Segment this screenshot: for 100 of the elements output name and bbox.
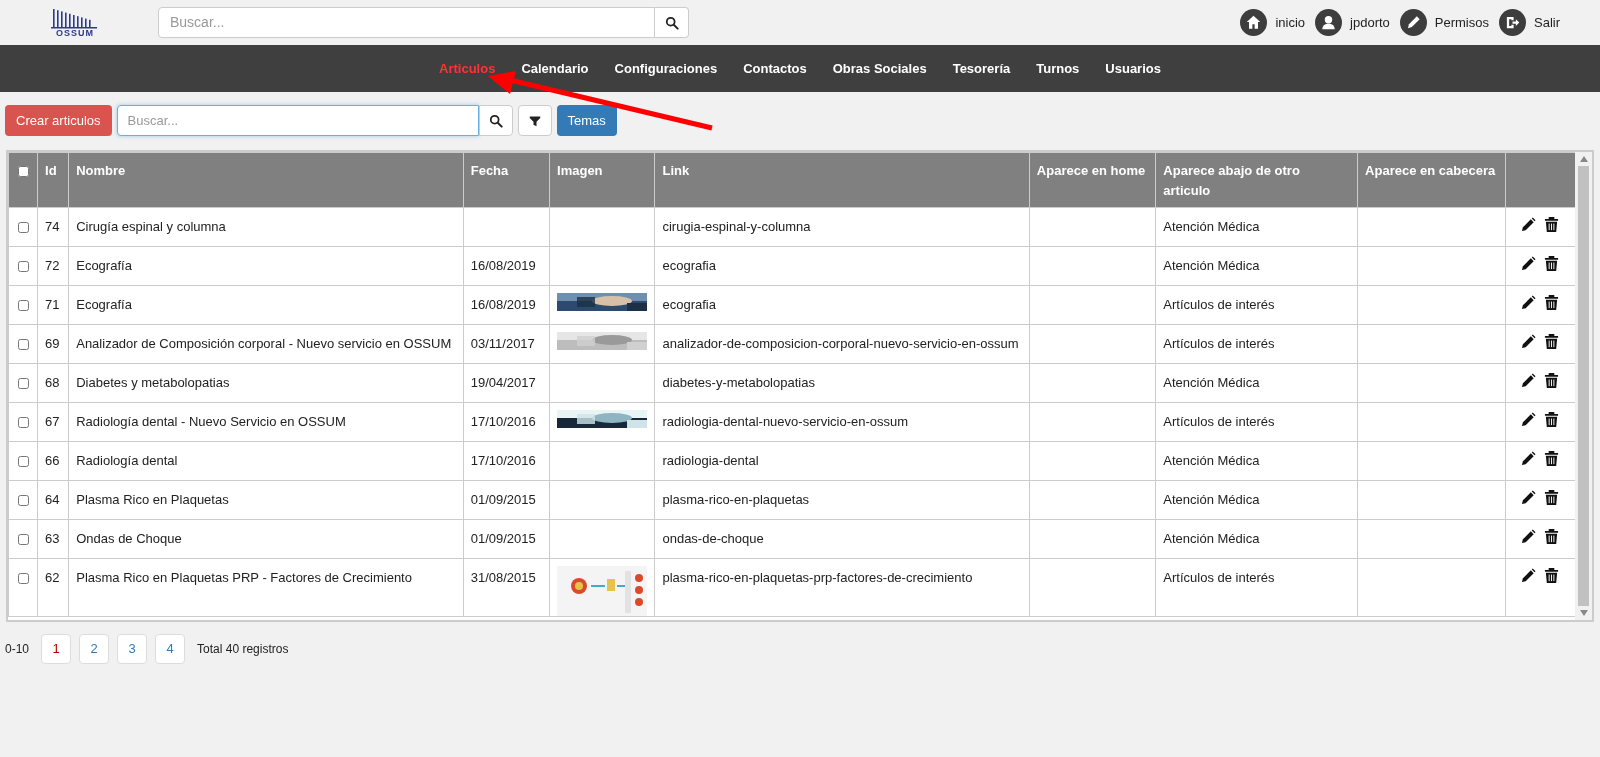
delete-button[interactable] [1543, 334, 1559, 349]
pencil-icon [1520, 412, 1536, 427]
nav-link[interactable]: Configuraciones [614, 58, 718, 79]
table-cell: 67 [45, 414, 60, 429]
header-link[interactable]: inicio [1240, 9, 1306, 36]
scroll-up-icon[interactable] [1579, 156, 1588, 162]
search-icon [664, 15, 679, 30]
delete-button[interactable] [1543, 373, 1559, 388]
delete-button[interactable] [1543, 256, 1559, 271]
row-checkbox[interactable] [17, 534, 29, 545]
table-cell: 69 [45, 336, 60, 351]
table-cell: Atención Médica [1163, 258, 1260, 273]
row-checkbox[interactable] [17, 222, 29, 233]
delete-button[interactable] [1543, 412, 1559, 427]
row-checkbox[interactable] [17, 495, 29, 506]
edit-button[interactable] [1520, 490, 1536, 505]
page-button[interactable]: 4 [155, 634, 186, 664]
delete-button[interactable] [1543, 217, 1559, 232]
table-cell: Artículos de interés [1163, 570, 1275, 585]
logo: OSSUM [40, 7, 110, 38]
edit-button[interactable] [1520, 295, 1536, 310]
column-header: Link [654, 152, 1030, 208]
delete-button[interactable] [1543, 451, 1559, 466]
pencil-icon [1520, 490, 1536, 505]
pencil-icon [1520, 334, 1536, 349]
nav-link[interactable]: Tesorería [952, 58, 1011, 79]
range-label: 0-10 [5, 641, 30, 658]
table-cell: analizador-de-composicion-corporal-nuevo-servicio-en-ossum [662, 336, 1019, 351]
nav-link[interactable]: Turnos [1036, 58, 1080, 79]
edit-button[interactable] [1520, 568, 1536, 583]
table-cell: 01/09/2015 [470, 531, 536, 546]
row-checkbox[interactable] [17, 378, 29, 389]
edit-button[interactable] [1520, 217, 1536, 232]
trash-icon [1543, 373, 1559, 388]
table-cell: 31/08/2015 [470, 570, 536, 585]
scrollbar-thumb[interactable] [1578, 166, 1589, 606]
row-checkbox[interactable] [17, 573, 29, 584]
table-cell: Diabetes y metabolopatias [76, 375, 230, 390]
page-button[interactable]: 3 [117, 634, 148, 664]
table-cell: Artículos de interés [1163, 297, 1275, 312]
user-icon [1315, 9, 1343, 36]
row-checkbox[interactable] [17, 417, 29, 428]
header-link[interactable]: jpdorto [1315, 9, 1390, 36]
search-button[interactable] [478, 105, 513, 136]
trash-icon [1543, 568, 1559, 583]
search-button[interactable] [655, 7, 689, 38]
table-cell: ondas-de-choque [662, 531, 764, 546]
exit-icon [1499, 9, 1526, 36]
delete-button[interactable] [1543, 295, 1559, 310]
pencil-icon [1520, 256, 1536, 271]
delete-button[interactable] [1543, 568, 1559, 583]
search-field[interactable]: Buscar... [158, 7, 655, 38]
table-cell: ecografia [662, 297, 716, 312]
column-header: Id [37, 152, 69, 208]
table-cell: Plasma Rico en Plaquetas PRP - Factores de Crecimiento [76, 570, 412, 585]
nav-link[interactable]: Usuarios [1105, 58, 1161, 79]
table-cell: 62 [45, 570, 60, 585]
table-cell: Ecografía [76, 258, 132, 273]
nav-link[interactable]: Obras Sociales [832, 58, 927, 79]
page-button[interactable]: 2 [79, 634, 110, 664]
table-cell: Atención Médica [1163, 219, 1260, 234]
edit-button[interactable] [1520, 412, 1536, 427]
nav-link[interactable]: Contactos [743, 58, 807, 79]
row-checkbox[interactable] [17, 261, 29, 272]
search-field[interactable]: Buscar... [116, 105, 479, 136]
column-header: Fecha [463, 152, 550, 208]
edit-button[interactable] [1520, 451, 1536, 466]
header-link[interactable]: Permisos [1399, 9, 1489, 36]
nav-link[interactable]: Calendario [521, 58, 589, 79]
table-cell: 16/08/2019 [470, 258, 536, 273]
row-checkbox[interactable] [17, 339, 29, 350]
table-cell: 19/04/2017 [470, 375, 536, 390]
delete-button[interactable] [1543, 529, 1559, 544]
table-cell: Artículos de interés [1163, 414, 1275, 429]
filter-button[interactable] [517, 105, 552, 136]
row-checkbox[interactable] [17, 300, 29, 311]
delete-button[interactable] [1543, 490, 1559, 505]
edit-button[interactable] [1520, 373, 1536, 388]
filter-icon [528, 114, 541, 127]
create-button[interactable]: Crear articulos [5, 105, 112, 136]
home-icon [1240, 9, 1268, 36]
edit-button[interactable] [1520, 256, 1536, 271]
edit-button[interactable] [1520, 334, 1536, 349]
pencil-icon [1520, 451, 1536, 466]
row-checkbox[interactable] [17, 456, 29, 467]
table-cell: 74 [45, 219, 60, 234]
trash-icon [1543, 451, 1559, 466]
table-cell: Cirugía espinal y columna [76, 219, 226, 234]
topics-button[interactable]: Temas [556, 105, 617, 136]
header-link[interactable]: Salir [1499, 9, 1560, 36]
scroll-down-icon[interactable] [1579, 610, 1588, 616]
table-cell: radiologia-dental-nuevo-servicio-en-ossum [662, 414, 909, 429]
page-button[interactable]: 1 [41, 634, 72, 664]
table-cell: 17/10/2016 [470, 414, 536, 429]
edit-button[interactable] [1520, 529, 1536, 544]
column-header: Aparece abajo de otro articulo [1155, 152, 1358, 208]
trash-icon [1543, 529, 1559, 544]
pencil-icon [1520, 529, 1536, 544]
select-all-checkbox[interactable] [17, 166, 29, 177]
column-header: Aparece en cabecera [1357, 152, 1506, 208]
